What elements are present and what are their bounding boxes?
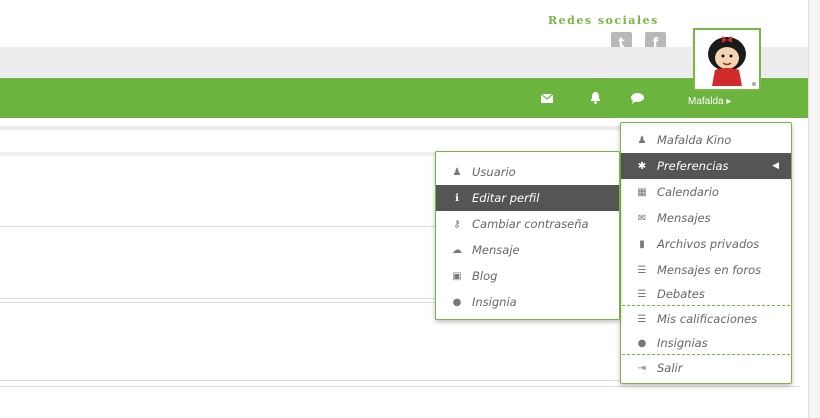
- content-divider: [0, 298, 440, 299]
- user-dropdown-menu: ♟ Mafalda Kino ✱ Preferencias ◀ ▦ Calend…: [620, 122, 792, 384]
- top-navbar: [0, 78, 808, 118]
- menu-item-preferences[interactable]: ✱ Preferencias ◀: [621, 153, 791, 179]
- caret-left-icon: ◀: [772, 161, 779, 171]
- menu-item-label: Calendario: [657, 185, 719, 199]
- menu-item-label: Usuario: [472, 165, 516, 179]
- menu-item-messages[interactable]: ✉ Mensajes: [621, 205, 791, 231]
- envelope-icon: ✉: [637, 212, 647, 224]
- content-divider: [0, 226, 440, 227]
- avatar-image: [695, 30, 759, 89]
- bell-icon[interactable]: [588, 92, 602, 104]
- envelope-icon[interactable]: [540, 92, 554, 104]
- menu-item-label: Salir: [657, 361, 683, 375]
- menu-item-discussions[interactable]: ☰ Debates: [621, 283, 791, 305]
- list-icon: ☰: [637, 288, 647, 300]
- menu-item-calendar[interactable]: ▦ Calendario: [621, 179, 791, 205]
- user-icon: ♟: [452, 166, 462, 178]
- menu-item-profile[interactable]: ♟ Mafalda Kino: [621, 127, 791, 153]
- menu-item-label: Mensaje: [472, 243, 520, 257]
- menu-item-label: Insignia: [472, 295, 517, 309]
- menu-item-label: Blog: [472, 269, 498, 283]
- content-divider: [0, 302, 440, 303]
- menu-item-forum-posts[interactable]: ☰ Mensajes en foros: [621, 257, 791, 283]
- menu-item-label: Mafalda Kino: [657, 133, 732, 147]
- menu-item-grades[interactable]: ☰ Mis calificaciones: [621, 306, 791, 332]
- avatar[interactable]: [693, 28, 761, 91]
- content-divider: [0, 152, 440, 156]
- list-icon: ☰: [637, 264, 647, 276]
- user-icon: ♟: [637, 134, 647, 146]
- header-strip: [0, 47, 808, 77]
- gear-icon: ✱: [637, 160, 647, 172]
- content-divider: [0, 386, 800, 387]
- menu-item-label: Debates: [657, 287, 705, 301]
- submenu-item-message[interactable]: ☁ Mensaje: [436, 237, 619, 263]
- menu-item-label: Mis calificaciones: [657, 312, 758, 326]
- calendar-icon: ▦: [637, 186, 647, 198]
- badge-icon: ●: [452, 296, 462, 308]
- menu-item-label: Archivos privados: [657, 237, 760, 251]
- info-icon: ℹ: [455, 192, 459, 204]
- menu-item-label: Cambiar contraseña: [472, 217, 589, 231]
- menu-item-label: Mensajes: [657, 211, 711, 225]
- chat-icon[interactable]: [630, 92, 644, 104]
- key-icon: ⚷: [453, 218, 461, 230]
- comments-icon: ☁: [452, 244, 462, 256]
- submenu-item-change-password[interactable]: ⚷ Cambiar contraseña: [436, 211, 619, 237]
- list-icon: ☰: [637, 313, 647, 325]
- content-divider: [0, 126, 620, 130]
- blog-icon: ▣: [452, 270, 462, 282]
- submenu-item-blog[interactable]: ▣ Blog: [436, 263, 619, 289]
- menu-item-label: Insignias: [657, 336, 708, 350]
- submenu-item-badge[interactable]: ● Insignia: [436, 289, 619, 315]
- menu-item-private-files[interactable]: ▮ Archivos privados: [621, 231, 791, 257]
- menu-item-label: Preferencias: [657, 159, 729, 173]
- menu-item-label: Editar perfil: [472, 191, 540, 205]
- menu-item-badges[interactable]: ● Insignias: [621, 332, 791, 354]
- user-menu-toggle[interactable]: Mafalda ▸: [688, 96, 731, 107]
- preferences-submenu: ♟ Usuario ℹ Editar perfil ⚷ Cambiar cont…: [435, 151, 620, 320]
- submenu-item-user[interactable]: ♟ Usuario: [436, 159, 619, 185]
- sign-out-icon: ⇥: [637, 362, 647, 374]
- menu-item-logout[interactable]: ⇥ Salir: [621, 355, 791, 381]
- content-divider: [0, 380, 620, 381]
- page-scrollbar[interactable]: [808, 0, 820, 418]
- badge-icon: ●: [637, 337, 647, 349]
- file-icon: ▮: [639, 238, 645, 250]
- menu-item-label: Mensajes en foros: [657, 263, 762, 277]
- social-networks-title: Redes sociales: [548, 14, 659, 27]
- submenu-item-edit-profile[interactable]: ℹ Editar perfil: [436, 185, 619, 211]
